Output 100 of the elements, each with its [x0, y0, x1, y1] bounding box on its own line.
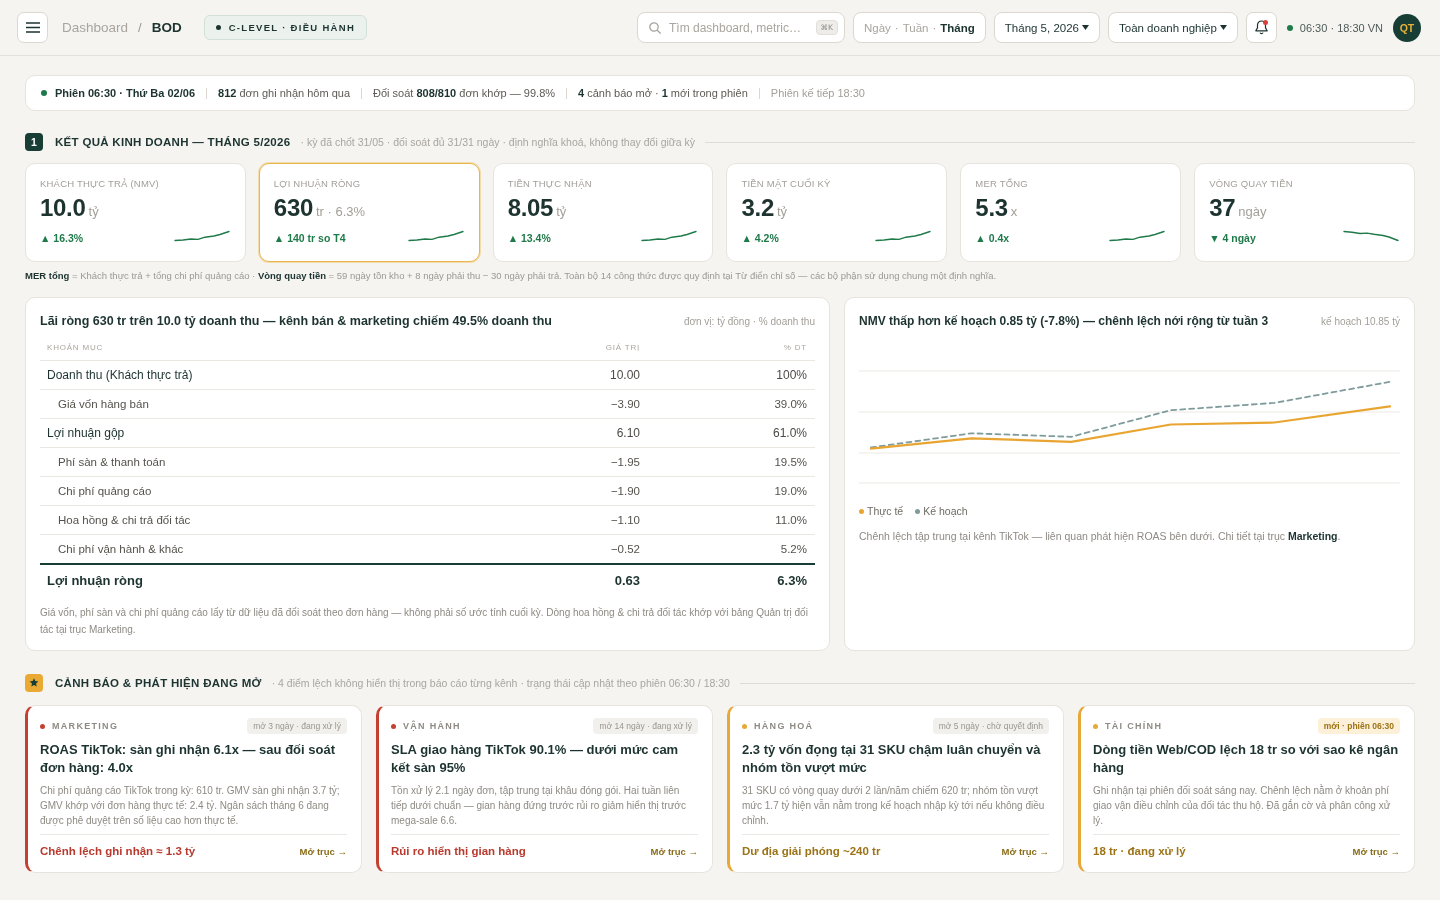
kpi-change: ▲ 13.4% [507, 231, 551, 245]
status-dot-icon [215, 25, 221, 30]
kpi-unit: tr · 6.3% [316, 204, 366, 219]
kpi-value: 5.3 [975, 194, 1008, 222]
table-cell-text: 6.10 [615, 426, 641, 440]
bell-icon [1254, 20, 1268, 35]
column-header: KHOẢN MỤC [46, 343, 105, 352]
kpi-change: ▲ 4.2% [741, 231, 779, 245]
legend-label: Kế hoạch [923, 505, 968, 517]
kpi-unit: tỷ [776, 204, 788, 219]
table-cell-text: Giá vốn hàng bán [57, 398, 150, 410]
table-cell-text: 10.00 [608, 368, 641, 382]
alert-impact: 18 tr · đang xử lý [1093, 844, 1186, 859]
status-tag: mở 14 ngày · đang xử lý [593, 718, 698, 734]
severity-dot-icon [1093, 723, 1098, 729]
tab-separator: · [894, 21, 899, 34]
breadcrumb-separator: / [138, 20, 142, 35]
kpi-change: ▲ 140 tr so T4 [273, 231, 346, 245]
table-cell-text: −1.10 [609, 514, 641, 526]
search-icon [648, 22, 661, 34]
table-cell-text: 19.0% [773, 485, 808, 497]
status-tag: mở 3 ngày · đang xử lý [247, 718, 347, 734]
filter-dropdown[interactable]: Toàn doanh nghiệp [1108, 12, 1238, 43]
table-cell-text: 61.0% [771, 426, 808, 440]
alert-category: TÀI CHÍNH [1105, 721, 1163, 731]
alert-description: Tồn xử lý 2.1 ngày đơn, tập trung tại khâu đóng gói. Hai tuần liên tiếp dưới chuẩn — gian hàng đứng trước rủi ro giảm hiển thị trước mega-sale 6.6. [391, 784, 687, 828]
table-cell-text: 0.63 [613, 572, 641, 588]
severity-dot-icon [742, 723, 747, 729]
menu-button[interactable] [17, 12, 48, 43]
section-subtitle: · 4 điểm lệch không hiển thị trong báo cáo từng kênh · trạng thái cập nhật theo phiên 06:30 / 18:30 [271, 677, 730, 689]
table-cell-text: −1.95 [609, 456, 641, 468]
alert-title: Dòng tiền Web/COD lệch 18 tr so với sao kê ngân hàng [1093, 741, 1400, 777]
severity-dot-icon [40, 723, 45, 729]
session-stat: Phiên kế tiếp 18:30 [770, 87, 865, 99]
period-tab[interactable]: Tháng [940, 21, 975, 34]
kpi-label: TIỀN MẶT CUỐI KỲ [741, 178, 832, 189]
caret-icon [1082, 25, 1089, 30]
alert-title: 2.3 tỷ vốn đọng tại 31 SKU chậm luân chuyển và nhóm tồn vượt mức [742, 741, 1042, 777]
alert-description: Chi phí quảng cáo TikTok trong kỳ: 610 tr. GMV sàn ghi nhận 3.7 tỷ; GMV khớp với đơn hàng thực tế: 2.4 tỷ. Ngân sách tháng 6 đang được phê duyệt trên số liệu cao hơn thực tế. [40, 784, 341, 828]
section-number: 1 [25, 133, 43, 151]
kpi-unit: x [1010, 204, 1018, 219]
legend-label: Thực tế [867, 505, 904, 517]
table-cell-text: Chi phí quảng cáo [57, 485, 153, 497]
table-cell-text: Doanh thu (Khách thực trả) [46, 368, 194, 382]
kpi-change: ▲ 0.4x [975, 231, 1010, 245]
kpi-label: VÒNG QUAY TIỀN [1209, 178, 1294, 189]
unit-note: đơn vị: tỷ đồng · % doanh thu [683, 315, 815, 327]
alert-category: VẬN HÀNH [403, 721, 461, 731]
alert-impact: Rủi ro hiển thị gian hàng [391, 844, 526, 859]
alert-title: ROAS TikTok: sàn ghi nhận 6.1x — sau đối soát đơn hàng: 4.0x [40, 741, 336, 777]
alert-impact: Dư địa giải phóng ~240 tr [742, 844, 881, 859]
session-stat: 4 cảnh báo mở · 1 mới trong phiên [578, 87, 748, 99]
panel-title: NMV thấp hơn kế hoạch 0.85 tỷ (-7.8%) — chênh lệch nới rộng từ tuần 3 [859, 313, 1269, 330]
kpi-label: LỢI NHUẬN RÒNG [273, 178, 362, 189]
filter-dropdown[interactable]: Tháng 5, 2026 [993, 12, 1100, 43]
alert-title: SLA giao hàng TikTok 90.1% — dưới mức cam kết sàn 95% [391, 741, 680, 777]
section-title: CẢNH BÁO & PHÁT HIỆN ĐANG MỞ [55, 677, 262, 689]
session-stat: Phiên 06:30 · Thứ Ba 02/06 [55, 87, 196, 99]
session-time: 06:30 · 18:30 VN [1299, 21, 1383, 34]
menu-icon [25, 22, 40, 33]
kpi-value: 630 [273, 194, 313, 222]
kpi-label: MER TỔNG [975, 178, 1029, 189]
table-footnote: Giá vốn, phí sàn và chi phí quảng cáo lấy từ dữ liệu đã đối soát theo đơn hàng — không phải số ước tính cuối kỳ. Dòng hoa hồng & chi trả đối tác khớp với bảng Quản trị đối tác tại trục Marketing. [40, 606, 809, 637]
table-cell-text: Lợi nhuận gộp [46, 426, 126, 440]
kpi-change: ▼ 4 ngày [1209, 231, 1256, 245]
kpi-footnote: MER tổng = Khách thực trả + tổng chi phí quảng cáo · Vòng quay tiền = 59 ngày tồn kho + 8 ngày phải thu − 30 ngày phải trả. Toàn bộ 14 công thức được quy định tại Từ điển chỉ số — các bộ phận sử dụng chung một định nghĩa. [25, 270, 998, 282]
open-axis-link[interactable]: Mở trục → [650, 845, 698, 857]
table-cell-text: Hoa hồng & chi trả đối tác [57, 514, 192, 526]
plan-note: kế hoạch 10.85 tỷ [1321, 315, 1400, 327]
table-cell-text: Chi phí vận hành & khác [57, 543, 185, 555]
table-cell-text: 5.2% [779, 543, 808, 555]
table-cell-text: −1.90 [609, 485, 641, 497]
open-axis-link[interactable]: Mở trục → [1352, 845, 1400, 857]
column-header: GIÁ TRỊ [604, 343, 641, 352]
table-cell-text: Lợi nhuận ròng [46, 572, 144, 588]
table-cell-text: −0.52 [609, 543, 641, 555]
kpi-change: ▲ 16.3% [40, 231, 84, 245]
caret-icon [1219, 25, 1227, 30]
open-axis-link[interactable]: Mở trục → [1001, 845, 1049, 857]
notifications-button[interactable] [1245, 12, 1277, 43]
table-cell-text: 19.5% [773, 456, 808, 468]
section-title: KẾT QUẢ KINH DOANH — THÁNG 5/2026 [55, 136, 291, 148]
kpi-label: TIỀN THỰC NHẬN [507, 178, 593, 189]
kpi-value: 10.0 [40, 194, 86, 222]
user-avatar[interactable]: QT [1393, 13, 1421, 42]
session-stat: 812 đơn ghi nhận hôm qua [218, 87, 351, 99]
role-label: C-LEVEL · ĐIỀU HÀNH [228, 22, 356, 33]
kpi-unit: ngày [1238, 204, 1267, 219]
status-tag: mới · phiên 06:30 [1317, 718, 1400, 734]
table-cell-text: 39.0% [773, 398, 808, 410]
open-axis-link[interactable]: Mở trục → [299, 845, 347, 857]
alert-category: MARKETING [52, 721, 119, 731]
status-dot-icon [41, 90, 47, 96]
breadcrumb-item: BOD [151, 20, 182, 35]
tab-separator: · [932, 21, 937, 34]
alert-description: 31 SKU có vòng quay dưới 2 lần/năm chiếm 620 tr; nhóm tồn vượt mức 1.7 tỷ hiện vẫn nằm trong kế hoạch nhập kỳ tới nếu không điều chỉnh. [742, 784, 1046, 828]
panel-title: Lãi ròng 630 tr trên 10.0 tỷ doanh thu — kênh bán & marketing chiếm 49.5% doanh thu [40, 313, 552, 330]
kpi-value: 37 [1209, 194, 1236, 222]
column-header: % DT [782, 343, 808, 352]
section-subtitle: · kỳ đã chốt 31/05 · đối soát đủ 31/31 ngày · định nghĩa khoá, không thay đổi giữa kỳ [300, 136, 696, 148]
